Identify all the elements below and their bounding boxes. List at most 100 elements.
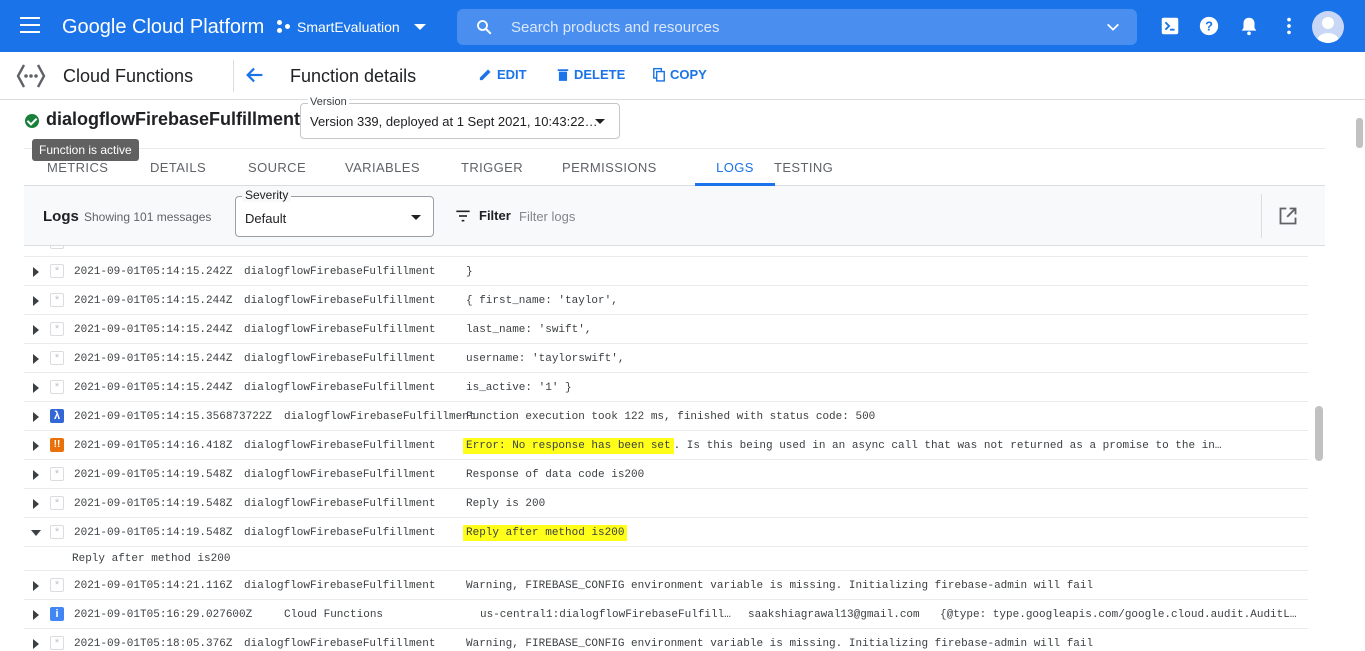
status-check-icon[interactable] (25, 114, 39, 128)
expand-arrow-icon[interactable] (33, 441, 39, 451)
expand-arrow-icon[interactable] (33, 581, 39, 591)
table-row[interactable]: * 2021-09-01T05:18:05.376Z dialogflowFireb… (24, 629, 1308, 651)
log-timestamp: 2021-09-01T05:16:29.027600Z (74, 609, 253, 621)
table-row[interactable] (24, 246, 1308, 257)
tab-testing[interactable]: TESTING (774, 160, 833, 175)
cloud-functions-icon (16, 64, 46, 88)
open-in-new-icon[interactable] (1278, 206, 1298, 226)
collapse-arrow-icon[interactable] (31, 530, 41, 536)
divider (233, 60, 234, 92)
table-row[interactable]: * 2021-09-01T05:14:19.548Z dialogflowFireb… (24, 460, 1308, 489)
filter-logs-input[interactable] (519, 206, 1219, 226)
default-severity-icon: * (50, 578, 64, 592)
caret-down-icon (595, 119, 605, 124)
log-timestamp: 2021-09-01T05:14:19.548Z (74, 498, 233, 510)
log-function-name: dialogflowFirebaseFulfillment (244, 638, 436, 650)
page-scrollbar[interactable] (1356, 118, 1363, 148)
copy-button[interactable]: COPY (652, 67, 707, 82)
log-message: } (466, 266, 473, 278)
search-icon (477, 20, 492, 35)
log-timestamp: 2021-09-01T05:14:15.244Z (74, 295, 233, 307)
log-scrollbar[interactable] (1313, 246, 1325, 651)
edit-button[interactable]: EDIT (478, 67, 527, 82)
copy-label: COPY (670, 67, 707, 82)
chevron-down-icon[interactable] (1105, 19, 1121, 35)
notifications-bell-icon[interactable] (1238, 15, 1260, 37)
expanded-message: Reply after method is200 (72, 553, 231, 565)
tab-bar: METRICS DETAILS SOURCE VARIABLES TRIGGER PERM… (24, 148, 1325, 186)
severity-select[interactable]: Severity Default (235, 188, 434, 237)
logs-toolbar: Logs Showing 101 messages Severity Defau… (24, 186, 1325, 246)
log-timestamp: 2021-09-01T05:14:16.418Z (74, 440, 233, 452)
expanded-log-payload: Reply after method is200 (24, 547, 1308, 571)
caret-down-icon (411, 215, 421, 220)
delete-label: DELETE (574, 67, 626, 82)
caret-down-icon (413, 24, 426, 30)
expand-arrow-icon[interactable] (33, 383, 39, 393)
log-function-name: dialogflowFirebaseFulfillment (244, 353, 436, 365)
table-row[interactable]: * 2021-09-01T05:14:15.244Z dialogflowFireb… (24, 286, 1308, 315)
expand-arrow-icon[interactable] (33, 610, 39, 620)
expand-arrow-icon[interactable] (33, 639, 39, 649)
default-severity-icon: * (50, 636, 64, 650)
search-bar[interactable] (457, 9, 1137, 45)
filter-button[interactable]: Filter (455, 208, 511, 223)
default-severity-icon: * (50, 380, 64, 394)
table-row[interactable]: i 2021-09-01T05:16:29.027600Z Cloud Functi… (24, 600, 1308, 629)
table-row[interactable]: * 2021-09-01T05:14:15.242Z dialogflowFireb… (24, 257, 1308, 286)
top-app-bar: Google Cloud Platform SmartEvaluation ? (0, 0, 1365, 52)
version-select[interactable]: Version Version 339, deployed at 1 Sept … (300, 96, 620, 139)
expand-arrow-icon[interactable] (33, 296, 39, 306)
expand-arrow-icon[interactable] (33, 267, 39, 277)
log-function-name: dialogflowFirebaseFulfillment (284, 411, 476, 423)
account-avatar[interactable] (1312, 11, 1344, 43)
tab-variables[interactable]: VARIABLES (345, 160, 420, 175)
table-row[interactable]: !! 2021-09-01T05:14:16.418Z dialogflowFire… (24, 431, 1308, 460)
table-row[interactable]: λ 2021-09-01T05:14:15.356873722Z dialogflo… (24, 402, 1308, 431)
expand-arrow-icon[interactable] (33, 325, 39, 335)
table-row[interactable]: * 2021-09-01T05:14:15.244Z dialogflowFireb… (24, 373, 1308, 402)
project-name: SmartEvaluation (297, 19, 400, 35)
brand-title[interactable]: Google Cloud Platform (62, 16, 264, 39)
log-function-name: dialogflowFirebaseFulfillment (244, 527, 436, 539)
cloud-shell-icon[interactable] (1159, 15, 1181, 37)
version-value: Version 339, deployed at 1 Sept 2021, 10… (310, 114, 598, 129)
log-function-name: dialogflowFirebaseFulfillment (244, 295, 436, 307)
scroll-thumb[interactable] (1315, 406, 1323, 461)
tab-source[interactable]: SOURCE (248, 160, 306, 175)
table-row[interactable]: * 2021-09-01T05:14:19.548Z dialogflowFireb… (24, 518, 1308, 547)
back-arrow-icon[interactable] (244, 64, 266, 86)
default-severity-icon: * (50, 351, 64, 365)
tab-trigger[interactable]: TRIGGER (461, 160, 523, 175)
tab-logs[interactable]: LOGS (695, 160, 775, 175)
expand-arrow-icon[interactable] (33, 412, 39, 422)
expand-arrow-icon[interactable] (33, 470, 39, 480)
delete-button[interactable]: DELETE (556, 67, 625, 82)
expand-arrow-icon[interactable] (33, 499, 39, 509)
help-icon[interactable]: ? (1198, 15, 1220, 37)
more-vert-icon[interactable] (1278, 15, 1300, 37)
table-row[interactable]: * 2021-09-01T05:14:15.244Z dialogflowFireb… (24, 315, 1308, 344)
log-function-name: Cloud Functions (284, 609, 384, 621)
search-input[interactable] (511, 9, 1071, 45)
tab-permissions[interactable]: PERMISSIONS (562, 160, 657, 175)
log-function-name: dialogflowFirebaseFulfillment (244, 498, 436, 510)
page-title: Function details (290, 66, 417, 86)
function-name: dialogflowFirebaseFulfillment (46, 109, 301, 129)
log-message: {@type: type.googleapis.com/google.cloud… (940, 609, 1297, 621)
table-row[interactable]: * 2021-09-01T05:14:15.244Z dialogflowFireb… (24, 344, 1308, 373)
project-selector[interactable]: SmartEvaluation (277, 10, 426, 44)
log-message: is_active: '1' } (466, 382, 572, 394)
filter-label: Filter (479, 208, 511, 223)
status-tooltip: Function is active (32, 139, 139, 161)
table-row[interactable]: * 2021-09-01T05:14:19.548Z dialogflowFireb… (24, 489, 1308, 518)
tab-details[interactable]: DETAILS (150, 160, 206, 175)
log-function-name: dialogflowFirebaseFulfillment (244, 469, 436, 481)
log-resource: us-central1:dialogflowFirebaseFulfill… (480, 609, 731, 621)
hamburger-menu-icon[interactable] (20, 17, 40, 35)
table-row[interactable]: * 2021-09-01T05:14:21.116Z dialogflowFireb… (24, 571, 1308, 600)
tab-metrics[interactable]: METRICS (47, 160, 108, 175)
log-timestamp: 2021-09-01T05:14:15.356873722Z (74, 411, 273, 423)
expand-arrow-icon[interactable] (33, 354, 39, 364)
edit-label: EDIT (497, 67, 527, 82)
